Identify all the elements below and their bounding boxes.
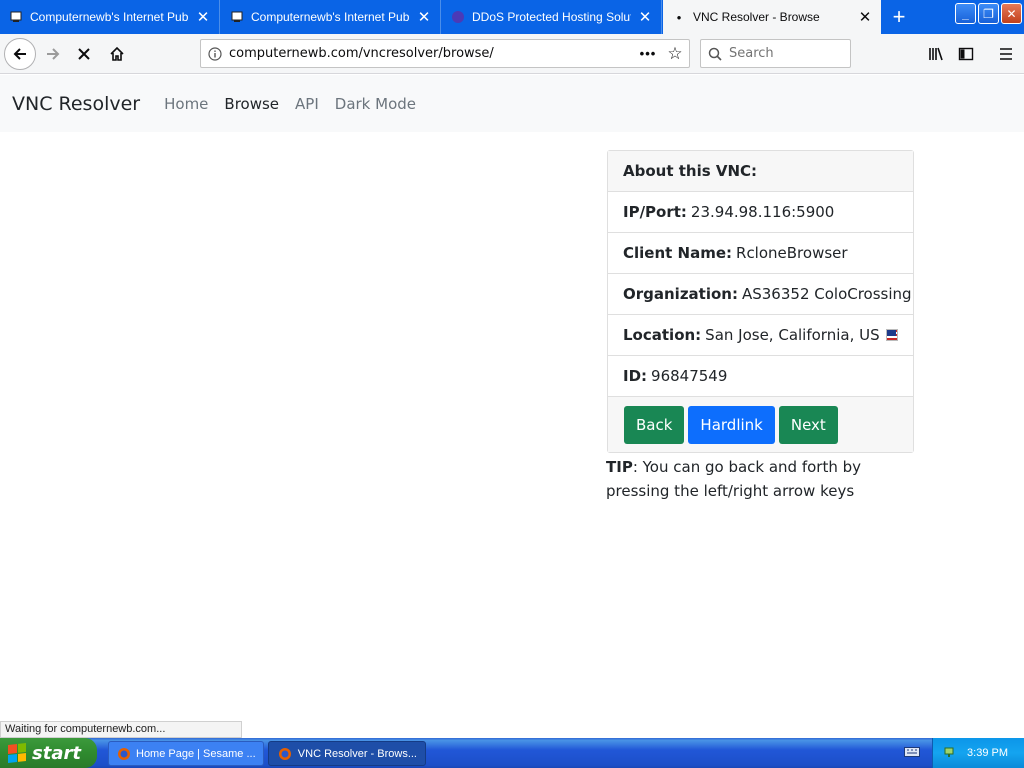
restore-button[interactable]: ❐ [978,3,999,24]
stop-loading-button[interactable] [68,38,100,70]
tab-pub-hub-1[interactable]: Computernewb's Internet Pub Hu ✕ [0,0,220,34]
ip-port-label: IP/Port: [623,203,687,221]
tab-title: DDoS Protected Hosting Solution [472,10,631,24]
client-name-value: RcloneBrowser [736,244,848,262]
organization-value: AS36352 ColoCrossing [741,285,912,303]
home-icon [110,46,124,61]
ddos-favicon-icon [450,9,466,25]
tip-text: TIP: You can go back and forth by pressi… [606,455,926,503]
tab-ddos-hosting[interactable]: DDoS Protected Hosting Solution ✕ [442,0,662,34]
client-name-label: Client Name: [623,244,733,262]
organization-row: Organization: AS36352 ColoCrossing [608,274,913,315]
site-navbar: VNC Resolver Home Browse API Dark Mode [0,75,1024,132]
close-tab-icon[interactable]: ✕ [637,9,653,26]
close-tab-icon[interactable]: ✕ [416,9,432,26]
vnc-info-card: About this VNC: IP/Port: 23.94.98.116:59… [607,150,914,453]
browser-toolbar: computernewb.com/vncresolver/browse/ •••… [0,34,1024,74]
ip-port-value: 23.94.98.116:5900 [690,203,835,221]
new-tab-button[interactable]: + [884,0,914,34]
nav-home[interactable]: Home [164,95,208,113]
location-row: Location: San Jose, California, US [608,315,913,356]
url-text[interactable]: computernewb.com/vncresolver/browse/ [229,46,635,61]
close-tab-icon[interactable]: ✕ [857,9,873,26]
page-actions-icon[interactable]: ••• [635,46,661,61]
forward-arrow-icon [47,48,60,60]
start-label: start [32,742,81,764]
ip-port-row: IP/Port: 23.94.98.116:5900 [608,192,913,233]
tab-pub-hub-2[interactable]: Computernewb's Internet Pub Hu ✕ [221,0,441,34]
nav-dark-mode[interactable]: Dark Mode [335,95,416,113]
browser-app-icon [117,746,131,762]
clock[interactable]: 3:39 PM [967,747,1008,759]
location-label: Location: [623,326,702,344]
taskbar: start Home Page | Sesame ... VNC Resolve… [0,738,1024,768]
library-button[interactable] [920,38,952,70]
tab-vnc-resolver[interactable]: • VNC Resolver - Browse ✕ [663,0,881,34]
organization-label: Organization: [623,285,738,303]
next-vnc-button[interactable]: Next [778,405,838,444]
pub-favicon-icon [229,9,245,25]
back-arrow-icon [13,48,26,60]
forward-button[interactable] [37,38,69,70]
tab-title: VNC Resolver - Browse [693,10,820,24]
back-vnc-button[interactable]: Back [624,405,685,444]
browser-app-icon [277,746,293,762]
taskbar-item-label: VNC Resolver - Brows... [297,747,417,760]
client-name-row: Client Name: RcloneBrowser [608,233,913,274]
menu-button[interactable] [990,38,1022,70]
id-row: ID: 96847549 [608,356,913,397]
hamburger-icon [1000,48,1012,60]
system-tray: 3:39 PM [932,738,1024,768]
home-button[interactable] [101,38,133,70]
id-label: ID: [623,367,648,385]
search-icon [701,47,729,61]
site-info-icon[interactable] [201,46,229,61]
sidebar-icon [958,47,974,61]
us-flag-icon [885,329,898,341]
pub-favicon-icon [8,9,24,25]
site-brand[interactable]: VNC Resolver [12,93,140,115]
back-button[interactable] [4,38,36,70]
taskbar-item-vnc-resolver[interactable]: VNC Resolver - Brows... [268,741,426,766]
window-controls: _ ❐ ✕ [955,3,1022,24]
tip-label: TIP [606,458,633,476]
hardlink-button[interactable]: Hardlink [688,405,775,444]
search-bar[interactable] [700,39,851,68]
minimize-button[interactable]: _ [955,3,976,24]
taskbar-item-sesame[interactable]: Home Page | Sesame ... [108,741,264,766]
location-value: San Jose, California, US [705,326,880,344]
taskbar-item-label: Home Page | Sesame ... [136,747,256,760]
close-tab-icon[interactable]: ✕ [195,9,211,26]
card-title: About this VNC: [608,151,913,192]
close-window-button[interactable]: ✕ [1001,3,1022,24]
loading-dot-icon: • [676,9,682,25]
sidebar-button[interactable] [950,38,982,70]
stop-icon [78,48,90,60]
address-bar[interactable]: computernewb.com/vncresolver/browse/ •••… [200,39,690,68]
tab-strip: Computernewb's Internet Pub Hu ✕ Compute… [0,0,1024,34]
keyboard-layout-icon[interactable] [904,746,920,761]
network-icon[interactable] [943,745,957,762]
search-input[interactable] [729,46,839,61]
card-footer: Back Hardlink Next [608,397,913,452]
status-bar: Waiting for computernewb.com... [0,721,242,738]
nav-browse[interactable]: Browse [224,95,279,113]
tab-title: Computernewb's Internet Pub Hu [251,10,410,24]
tab-title: Computernewb's Internet Pub Hu [30,10,189,24]
start-button[interactable]: start [0,738,97,768]
nav-api[interactable]: API [295,95,319,113]
tip-body: : You can go back and forth by pressing … [606,458,862,500]
library-icon [929,47,943,61]
id-value: 96847549 [651,367,728,385]
bookmark-star-icon[interactable]: ☆ [661,44,689,64]
windows-logo-icon [8,743,26,763]
